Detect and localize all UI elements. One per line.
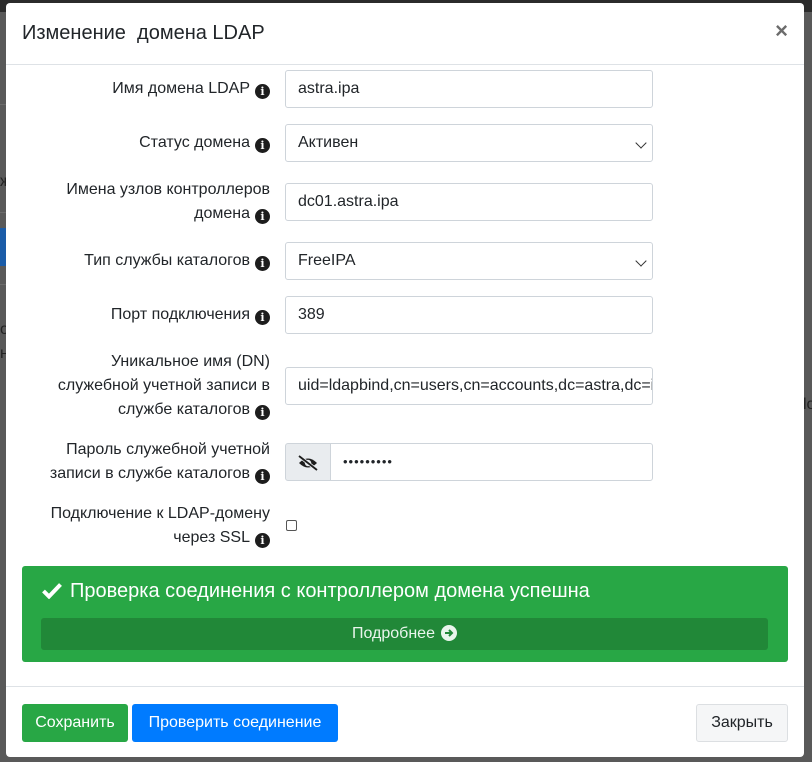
info-circle-icon[interactable]: i [255,469,270,484]
backdrop-text: lo [803,396,812,413]
info-circle-icon[interactable]: i [255,405,270,420]
info-circle-icon[interactable]: i [255,84,270,99]
close-button[interactable]: Закрыть [696,704,788,742]
directory-type-label: Тип службы каталогов i [10,249,270,273]
details-button-label: Подробнее [352,625,435,642]
modal-footer: Сохранить Проверить соединение Закрыть [6,686,804,757]
controller-hosts-input[interactable]: dc01.astra.ipa [285,183,653,221]
alert-message: Проверка соединения с контроллером домен… [42,580,590,603]
domain-name-label: Имя домена LDAP i [10,77,270,101]
bind-dn-input[interactable]: uid=ldapbind,cn=users,cn=accounts,dc=ast… [285,367,653,405]
password-input-group: ••••••••• [285,443,653,481]
domain-status-label: Статус домена i [10,131,270,155]
port-input[interactable]: 389 [285,296,653,334]
domain-status-select[interactable]: Активен [285,124,653,162]
port-label: Порт подключения i [10,303,270,327]
ssl-label: Подключение к LDAP-домену через SSL i [50,505,270,548]
info-circle-icon[interactable]: i [255,533,270,548]
check-icon [42,583,62,599]
ssl-checkbox[interactable] [286,520,297,531]
password-input[interactable]: ••••••••• [330,443,653,481]
check-connection-button[interactable]: Проверить соединение [132,704,338,742]
directory-type-select[interactable]: FreeIPA [285,242,653,280]
alert-message-text: Проверка соединения с контроллером домен… [70,580,590,602]
eye-slash-icon[interactable] [285,443,331,481]
modal-title: Изменение домена LDAP [22,22,265,44]
save-button[interactable]: Сохранить [22,704,128,742]
info-circle-icon[interactable]: i [255,209,270,224]
bind-dn-label: Уникальное имя (DN) служебной учетной зап… [57,353,270,420]
eye-slash-icon-svg [297,454,319,472]
connection-success-alert: Проверка соединения с контроллером домен… [22,566,788,662]
info-circle-icon[interactable]: i [255,256,270,271]
chevron-down-icon [635,137,647,149]
edit-ldap-domain-modal: Изменение домена LDAP × Имя домена LDAP i… [6,3,804,757]
info-circle-icon[interactable]: i [255,138,270,153]
password-label: Пароль служебной учетной записи в службе … [49,441,270,484]
info-circle-icon[interactable]: i [255,310,270,325]
details-button[interactable]: Подробнее [41,618,768,650]
close-icon[interactable]: × [775,20,788,42]
arrow-circle-right-icon [440,625,457,641]
modal-header: Изменение домена LDAP × [6,3,804,65]
controller-hosts-label: Имена узлов контроллеров домена i [66,181,270,224]
domain-name-input[interactable]: astra.ipa [285,70,653,108]
chevron-down-icon [635,255,647,267]
